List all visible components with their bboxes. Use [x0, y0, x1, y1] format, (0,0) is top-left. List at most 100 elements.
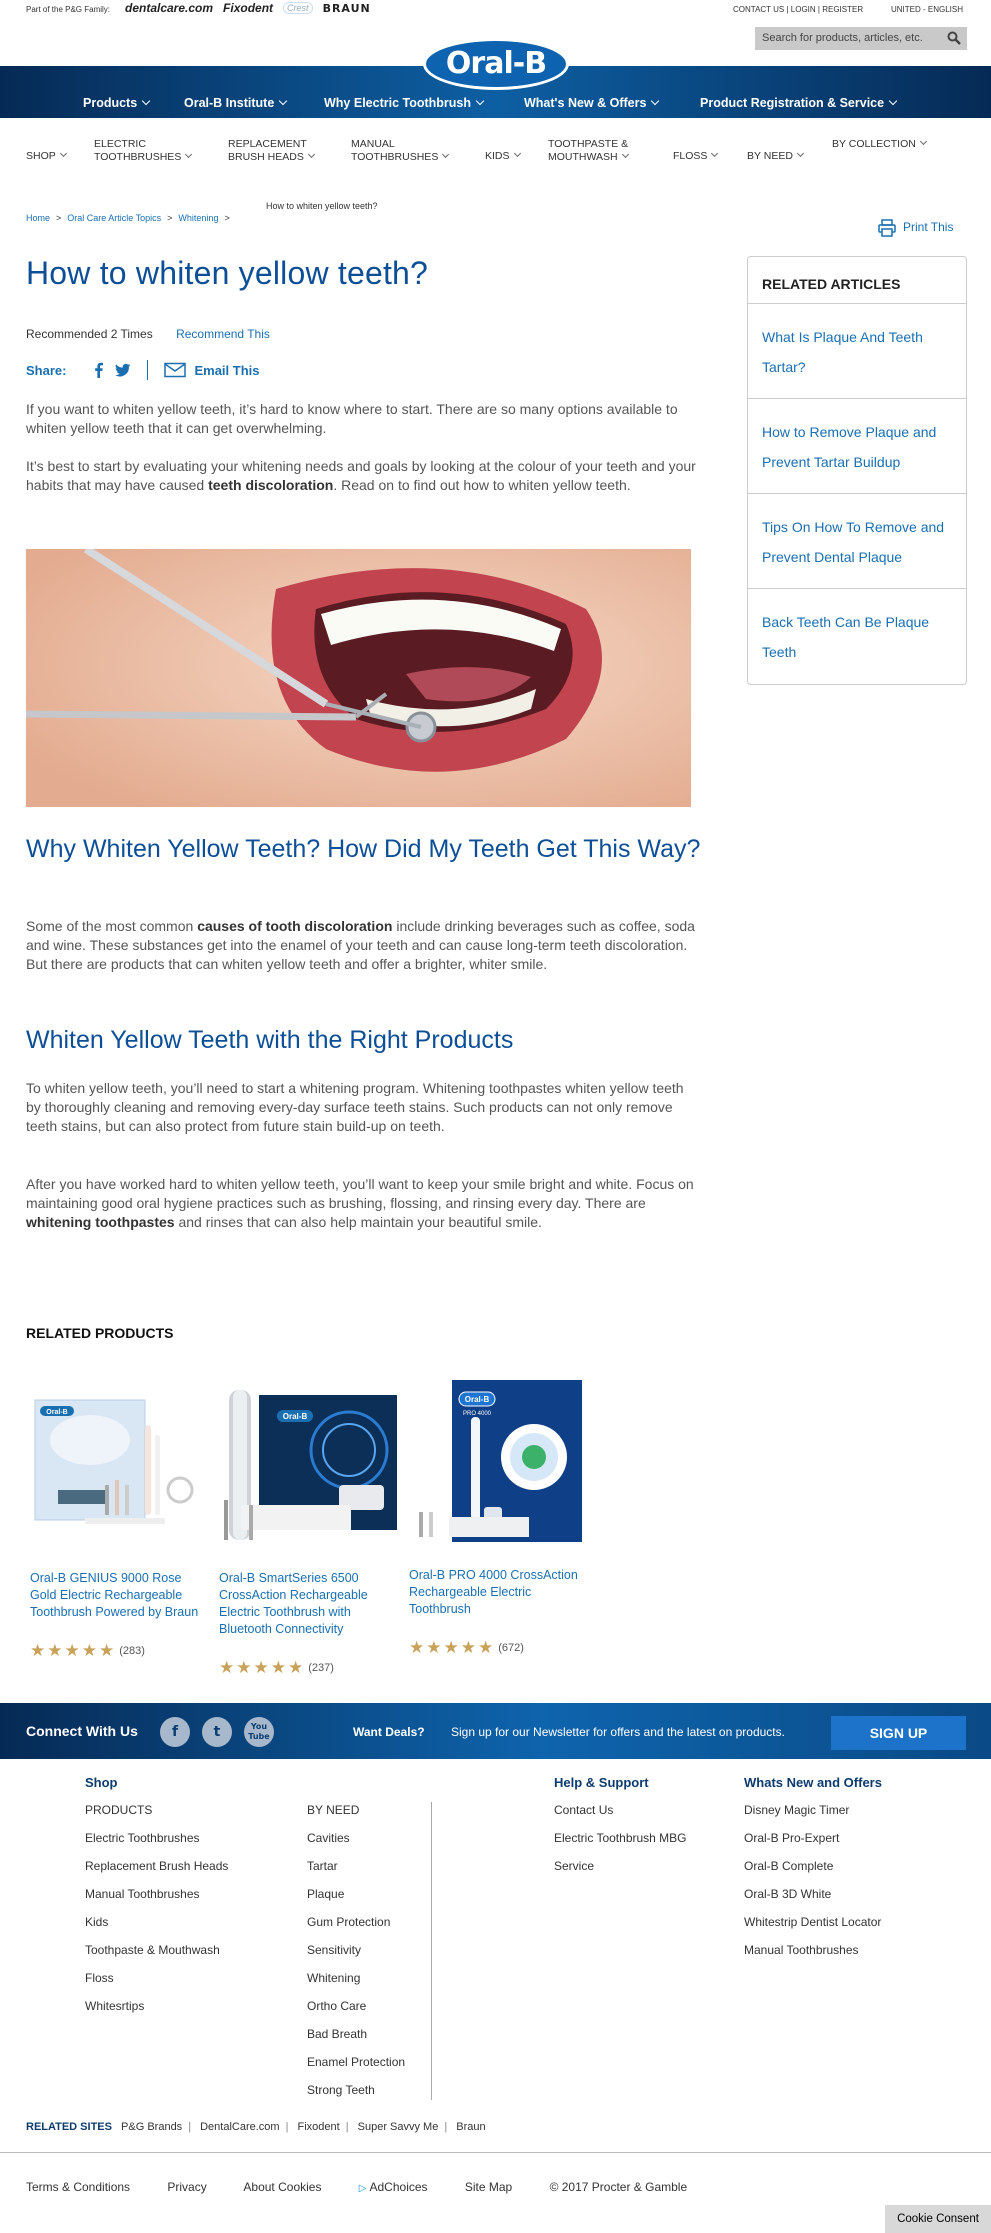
product-name-link[interactable]: Oral-B GENIUS 9000 Rose Gold Electric Re… — [30, 1570, 210, 1621]
signup-button[interactable]: SIGN UP — [831, 1716, 966, 1750]
footer-link[interactable]: Service — [554, 1858, 687, 1886]
related-site-link[interactable]: DentalCare.com — [200, 2121, 279, 2133]
deals-text: Sign up for our Newsletter for offers an… — [451, 1725, 785, 1739]
footer-link[interactable]: Bad Breath — [307, 2026, 405, 2054]
subnav-by-need[interactable]: BY NEED — [747, 149, 804, 163]
search-icon[interactable] — [947, 31, 961, 45]
subnav-electric-toothbrushes[interactable]: ELECTRIC TOOTHBRUSHES — [94, 138, 194, 164]
causes-discoloration-link[interactable]: causes of tooth discoloration — [197, 918, 392, 934]
footer-link[interactable]: PRODUCTS — [85, 1802, 228, 1830]
product-card[interactable]: Oral-B Oral-B SmartSeries 6500 CrossActi… — [219, 1380, 399, 1678]
privacy-link[interactable]: Privacy — [167, 2180, 206, 2194]
subnav-shop[interactable]: SHOP — [26, 149, 67, 163]
terms-link[interactable]: Terms & Conditions — [26, 2180, 130, 2194]
footer-link[interactable]: BY NEED — [307, 1802, 405, 1830]
email-this-link[interactable]: Email This — [194, 363, 259, 378]
footer-link[interactable]: Plaque — [307, 1886, 405, 1914]
subnav-replacement-heads[interactable]: REPLACEMENT BRUSH HEADS — [228, 138, 328, 164]
facebook-icon[interactable] — [91, 362, 107, 378]
product-rating: ★★★★★ (672) — [409, 1638, 589, 1658]
adchoices-link[interactable]: ▷ AdChoices — [359, 2180, 428, 2194]
brand-crest[interactable]: Crest — [283, 2, 313, 14]
product-card[interactable]: Oral-B Oral-B GENIUS 9000 Rose Gold Elec… — [30, 1380, 210, 1661]
footer-link[interactable]: Gum Protection — [307, 1914, 405, 1942]
sitemap-link[interactable]: Site Map — [465, 2180, 512, 2194]
related-article-link[interactable]: What Is Plaque And Teeth Tartar? — [748, 304, 966, 399]
nav-products[interactable]: Products — [83, 96, 151, 110]
nav-why-electric[interactable]: Why Electric Toothbrush — [324, 96, 485, 110]
footer-link[interactable]: Electric Toothbrush MBG — [554, 1830, 687, 1858]
print-button[interactable]: Print This — [877, 218, 953, 238]
nav-oral-b-institute[interactable]: Oral-B Institute — [184, 96, 288, 110]
footer-link[interactable]: Sensitivity — [307, 1942, 405, 1970]
subnav-by-collection[interactable]: BY COLLECTION — [832, 137, 927, 151]
footer-link[interactable]: Enamel Protection — [307, 2054, 405, 2082]
recommend-link[interactable]: Recommend This — [176, 327, 270, 341]
footer-link[interactable]: Strong Teeth — [307, 2082, 405, 2110]
footer-whatsnew-column: Whats New and Offers Disney Magic Timer … — [744, 1775, 882, 1970]
related-site-link[interactable]: P&G Brands — [121, 2121, 182, 2133]
region-selector[interactable]: UNITED - ENGLISH — [891, 5, 963, 14]
oral-b-logo[interactable]: Oral-B — [423, 38, 569, 90]
nav-whats-new[interactable]: What's New & Offers — [524, 96, 660, 110]
nav-product-registration[interactable]: Product Registration & Service — [700, 96, 898, 110]
product-name-link[interactable]: Oral-B SmartSeries 6500 CrossAction Rech… — [219, 1570, 399, 1638]
youtube-social-icon[interactable]: You Tube — [244, 1717, 274, 1747]
subnav-kids[interactable]: KIDS — [485, 149, 521, 163]
email-icon[interactable] — [164, 362, 187, 378]
related-articles-panel: RELATED ARTICLES What Is Plaque And Teet… — [747, 256, 967, 685]
footer-link[interactable]: Oral-B Pro-Expert — [744, 1830, 882, 1858]
footer-link[interactable]: Tartar — [307, 1858, 405, 1886]
search-input[interactable]: Search for products, articles, etc. — [755, 27, 967, 50]
whitening-toothpastes-link[interactable]: whitening toothpastes — [26, 1214, 175, 1230]
footer-link[interactable]: Disney Magic Timer — [744, 1802, 882, 1830]
footer-link[interactable]: Replacement Brush Heads — [85, 1858, 228, 1886]
review-count: (283) — [119, 1645, 145, 1657]
footer-link[interactable]: Whitening — [307, 1970, 405, 1998]
related-site-link[interactable]: Braun — [456, 2121, 485, 2133]
related-article-link[interactable]: How to Remove Plaque and Prevent Tartar … — [748, 399, 966, 494]
product-card[interactable]: Oral-B PRO 4000 Oral-B PRO 4000 CrossAct… — [409, 1377, 589, 1658]
breadcrumb-home[interactable]: Home — [26, 213, 50, 223]
teeth-discoloration-link[interactable]: teeth discoloration — [208, 477, 333, 493]
footer-link[interactable]: Floss — [85, 1970, 228, 1998]
related-article-link[interactable]: Back Teeth Can Be Plaque Teeth — [748, 589, 966, 684]
subnav-toothpaste-mouthwash[interactable]: TOOTHPASTE & MOUTHWASH — [548, 138, 663, 164]
product-image-genius[interactable]: Oral-B — [30, 1380, 210, 1545]
twitter-icon[interactable] — [115, 362, 131, 378]
footer-link[interactable]: Toothpaste & Mouthwash — [85, 1942, 228, 1970]
footer-heading: Help & Support — [554, 1775, 649, 1790]
cookie-consent-button[interactable]: Cookie Consent — [885, 2205, 991, 2233]
footer-link[interactable]: Oral-B Complete — [744, 1858, 882, 1886]
footer-link[interactable]: Electric Toothbrushes — [85, 1830, 228, 1858]
brand-dentalcare[interactable]: dentalcare.com — [125, 1, 213, 15]
about-cookies-link[interactable]: About Cookies — [243, 2180, 321, 2194]
footer-shop-column: Shop PRODUCTS Electric Toothbrushes Repl… — [85, 1775, 228, 2026]
facebook-social-icon[interactable]: f — [160, 1717, 190, 1747]
footer-link[interactable]: Whitesrtips — [85, 1998, 228, 2026]
footer-link[interactable]: Ortho Care — [307, 1998, 405, 2026]
share-row: Share: Email This — [26, 360, 260, 380]
footer-link[interactable]: Manual Toothbrushes — [85, 1886, 228, 1914]
breadcrumb-topics[interactable]: Oral Care Article Topics — [67, 213, 161, 223]
footer-link[interactable]: Contact Us — [554, 1802, 687, 1830]
footer-link[interactable]: Whitestrip Dentist Locator — [744, 1914, 882, 1942]
footer-link[interactable]: Kids — [85, 1914, 228, 1942]
pg-family-label: Part of the P&G Family: — [26, 5, 111, 14]
twitter-social-icon[interactable]: t — [202, 1717, 232, 1747]
related-site-link[interactable]: Super Savvy Me — [358, 2121, 439, 2133]
related-site-link[interactable]: Fixodent — [298, 2121, 340, 2133]
brand-braun[interactable]: BRAUN — [323, 2, 371, 15]
brand-fixodent[interactable]: Fixodent — [223, 1, 273, 15]
breadcrumb-whitening[interactable]: Whitening — [178, 213, 218, 223]
subnav-manual-toothbrushes[interactable]: MANUAL TOOTHBRUSHES — [351, 138, 461, 164]
footer-link[interactable]: Manual Toothbrushes — [744, 1942, 882, 1970]
product-image-smartseries[interactable]: Oral-B — [219, 1380, 399, 1545]
product-name-link[interactable]: Oral-B PRO 4000 CrossAction Rechargeable… — [409, 1567, 589, 1618]
related-article-link[interactable]: Tips On How To Remove and Prevent Dental… — [748, 494, 966, 589]
footer-link[interactable]: Oral-B 3D White — [744, 1886, 882, 1914]
subnav-floss[interactable]: FLOSS — [673, 149, 719, 163]
footer-link[interactable]: Cavities — [307, 1830, 405, 1858]
product-image-pro4000[interactable]: Oral-B PRO 4000 — [409, 1377, 589, 1545]
account-links[interactable]: CONTACT US | LOGIN | REGISTER — [733, 5, 863, 14]
